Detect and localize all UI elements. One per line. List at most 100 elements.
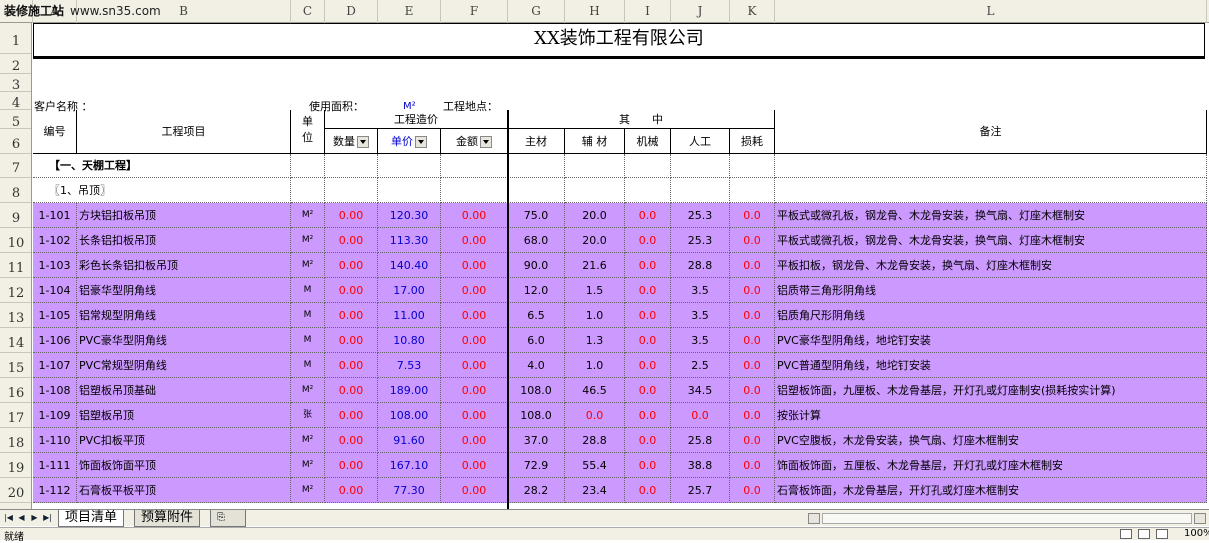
table-cell-item[interactable]: PVC常规型阴角线	[77, 353, 291, 378]
table-cell-qty[interactable]: 0.00	[325, 403, 378, 428]
table-cell-no[interactable]: 1-107	[33, 353, 77, 378]
header-cost[interactable]: 工程造价	[325, 110, 508, 129]
empty-cell[interactable]	[325, 154, 378, 178]
next-sheet-icon[interactable]: ▶	[29, 512, 40, 524]
table-cell-unit[interactable]: M	[291, 278, 325, 303]
header-aux-mat[interactable]: 辅 材	[565, 129, 625, 154]
row-header-2[interactable]: 2	[0, 54, 31, 74]
table-cell-item[interactable]: 饰面板饰面平顶	[77, 453, 291, 478]
table-cell-no[interactable]: 1-111	[33, 453, 77, 478]
table-cell-loss[interactable]: 0.0	[730, 328, 775, 353]
table-cell-no[interactable]: 1-110	[33, 428, 77, 453]
normal-view-icon[interactable]	[1120, 529, 1132, 539]
scroll-right-icon[interactable]	[1194, 513, 1206, 524]
row-header-17[interactable]: 17	[0, 403, 31, 428]
table-cell-item[interactable]: 铝常规型阴角线	[77, 303, 291, 328]
table-cell-aux[interactable]: 1.3	[565, 328, 625, 353]
filter-dropdown-icon[interactable]	[480, 136, 492, 148]
page-break-view-icon[interactable]	[1156, 529, 1168, 539]
table-cell-labor[interactable]: 25.7	[671, 478, 730, 503]
table-cell-labor[interactable]: 3.5	[671, 328, 730, 353]
table-cell-unit[interactable]: M	[291, 328, 325, 353]
table-cell-aux[interactable]: 46.5	[565, 378, 625, 403]
table-cell-remark[interactable]: 铝塑板饰面，九厘板、木龙骨基层，开灯孔或灯座制安(损耗按实计算)	[775, 378, 1207, 403]
scroll-left-icon[interactable]	[808, 513, 820, 524]
empty-cell[interactable]	[378, 178, 441, 203]
row-header-19[interactable]: 19	[0, 453, 31, 478]
empty-cell[interactable]	[291, 154, 325, 178]
page-layout-view-icon[interactable]	[1138, 529, 1150, 539]
table-cell-price[interactable]: 140.40	[378, 253, 441, 278]
row-header-14[interactable]: 14	[0, 328, 31, 353]
table-cell-loss[interactable]: 0.0	[730, 278, 775, 303]
table-cell-loss[interactable]: 0.0	[730, 303, 775, 328]
table-cell-item[interactable]: 长条铝扣板吊顶	[77, 228, 291, 253]
table-cell-item[interactable]: 铝豪华型阴角线	[77, 278, 291, 303]
table-cell-unit[interactable]: M²	[291, 428, 325, 453]
table-cell-main[interactable]: 6.0	[508, 328, 565, 353]
header-price[interactable]: 单价	[378, 129, 441, 154]
header-machine[interactable]: 机械	[625, 129, 671, 154]
table-cell-price[interactable]: 7.53	[378, 353, 441, 378]
empty-cell[interactable]	[775, 154, 1207, 178]
table-cell-loss[interactable]: 0.0	[730, 453, 775, 478]
empty-cell[interactable]	[730, 154, 775, 178]
table-cell-price[interactable]: 189.00	[378, 378, 441, 403]
empty-cell[interactable]	[325, 178, 378, 203]
header-labor[interactable]: 人工	[671, 129, 730, 154]
horizontal-scrollbar[interactable]	[822, 513, 1192, 524]
table-cell-aux[interactable]: 21.6	[565, 253, 625, 278]
zoom-level[interactable]: 100%	[1184, 528, 1209, 539]
last-sheet-icon[interactable]: ▶|	[42, 512, 53, 524]
table-cell-aux[interactable]: 1.0	[565, 303, 625, 328]
table-cell-machine[interactable]: 0.0	[625, 378, 671, 403]
table-cell-price[interactable]: 113.30	[378, 228, 441, 253]
table-cell-amount[interactable]: 0.00	[441, 353, 508, 378]
section-ceiling[interactable]: 【一、天棚工程】	[33, 154, 291, 178]
table-cell-qty[interactable]: 0.00	[325, 253, 378, 278]
table-cell-remark[interactable]: 平板式或微孔板，钢龙骨、木龙骨安装，换气扇、灯座木框制安	[775, 228, 1207, 253]
empty-cell[interactable]	[508, 178, 565, 203]
table-cell-amount[interactable]: 0.00	[441, 253, 508, 278]
table-cell-main[interactable]: 90.0	[508, 253, 565, 278]
table-cell-remark[interactable]: 铝质带三角形阴角线	[775, 278, 1207, 303]
table-cell-item[interactable]: 铝塑板吊顶	[77, 403, 291, 428]
table-cell-remark[interactable]: PVC空腹板，木龙骨安装，换气扇、灯座木框制安	[775, 428, 1207, 453]
table-cell-main[interactable]: 75.0	[508, 203, 565, 228]
table-cell-amount[interactable]: 0.00	[441, 278, 508, 303]
table-cell-labor[interactable]: 28.8	[671, 253, 730, 278]
table-cell-item[interactable]: PVC扣板平顶	[77, 428, 291, 453]
header-no[interactable]: 编号	[33, 110, 77, 154]
tab-budget-attachment[interactable]: 预算附件	[134, 510, 201, 527]
row-header-3[interactable]: 3	[0, 74, 31, 93]
header-amount[interactable]: 金额	[441, 129, 508, 154]
filter-dropdown-icon[interactable]	[415, 136, 427, 148]
table-cell-main[interactable]: 37.0	[508, 428, 565, 453]
table-cell-remark[interactable]: 铝质角尺形阴角线	[775, 303, 1207, 328]
column-header-j[interactable]: J	[671, 0, 730, 23]
table-cell-no[interactable]: 1-108	[33, 378, 77, 403]
table-cell-machine[interactable]: 0.0	[625, 428, 671, 453]
table-cell-main[interactable]: 108.0	[508, 378, 565, 403]
row-header-6[interactable]: 6	[0, 129, 31, 154]
column-header-e[interactable]: E	[378, 0, 441, 23]
table-cell-amount[interactable]: 0.00	[441, 228, 508, 253]
table-cell-aux[interactable]: 28.8	[565, 428, 625, 453]
header-loss[interactable]: 损耗	[730, 129, 775, 154]
header-remark[interactable]: 备注	[775, 110, 1207, 154]
table-cell-price[interactable]: 17.00	[378, 278, 441, 303]
table-cell-loss[interactable]: 0.0	[730, 378, 775, 403]
row-header-18[interactable]: 18	[0, 428, 31, 453]
empty-cell[interactable]	[671, 178, 730, 203]
table-cell-loss[interactable]: 0.0	[730, 478, 775, 503]
column-header-i[interactable]: I	[625, 0, 671, 23]
table-cell-no[interactable]: 1-104	[33, 278, 77, 303]
table-cell-main[interactable]: 12.0	[508, 278, 565, 303]
table-cell-machine[interactable]: 0.0	[625, 228, 671, 253]
prev-sheet-icon[interactable]: ◀	[16, 512, 27, 524]
table-cell-qty[interactable]: 0.00	[325, 478, 378, 503]
table-cell-loss[interactable]: 0.0	[730, 403, 775, 428]
empty-cell[interactable]	[441, 154, 508, 178]
table-cell-item[interactable]: 彩色长条铝扣板吊顶	[77, 253, 291, 278]
table-cell-machine[interactable]: 0.0	[625, 278, 671, 303]
